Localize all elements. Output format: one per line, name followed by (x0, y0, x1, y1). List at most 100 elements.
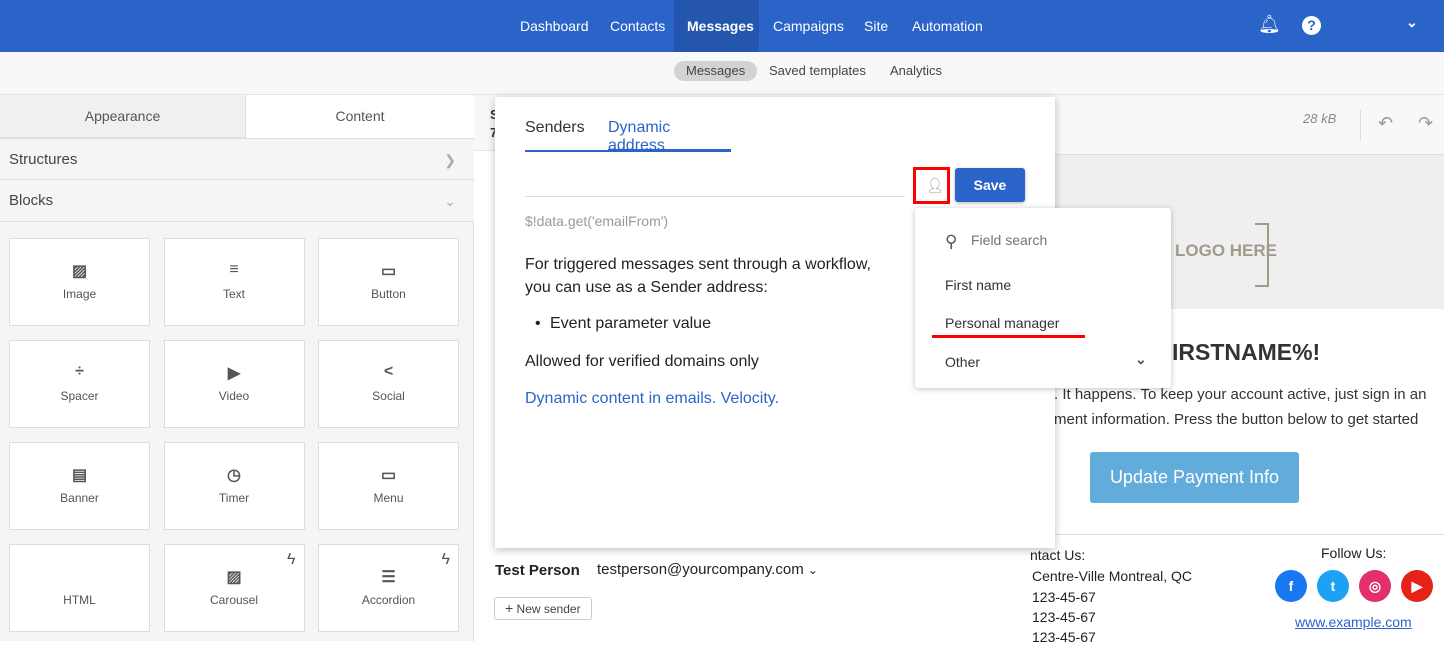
block-menu[interactable]: ▭ Menu (318, 442, 459, 530)
undo-icon[interactable]: ↶ (1378, 113, 1393, 134)
email-body: ment information. Press the button below… (1054, 411, 1419, 428)
tab-appearance[interactable]: Appearance (0, 95, 246, 138)
share-icon: < (383, 363, 394, 380)
field-search-input[interactable] (971, 232, 1151, 248)
phone: 123-45-67 (1032, 629, 1096, 645)
block-label: Carousel (209, 593, 259, 607)
search-icon: ⚲ (945, 232, 958, 251)
block-carousel[interactable]: ▨ Carousel ϟ (163, 544, 305, 632)
redo-icon[interactable]: ↷ (1418, 113, 1433, 134)
field-dropdown: ⚲ First name Personal manager Other ⌄ (915, 208, 1171, 388)
highlight-underline (932, 335, 1085, 338)
nav-automation[interactable]: Automation (899, 0, 996, 52)
bolt-icon: ϟ (441, 551, 450, 568)
nav-contacts[interactable]: Contacts (597, 0, 678, 52)
tab-senders[interactable]: Senders (525, 119, 608, 152)
blocks-label: Blocks (9, 192, 54, 209)
timer-icon: ◷ (227, 467, 241, 484)
chevron-right-icon: ❯ (444, 152, 456, 168)
sender-email: testperson@yourcompany.com (597, 561, 804, 578)
velocity-link[interactable]: Dynamic content in emails. Velocity. (525, 390, 779, 408)
facebook-icon[interactable]: f (1275, 570, 1307, 602)
block-label: Timer (218, 491, 250, 505)
email-greeting: IRSTNAME%! (1172, 339, 1321, 365)
block-label: Social (372, 389, 405, 403)
sub-nav: Messages Saved templates Analytics (0, 52, 1444, 95)
plus-icon: + (505, 600, 514, 616)
phone: 123-45-67 (1032, 609, 1096, 625)
email-size: 28 kB (1303, 111, 1337, 126)
block-spacer[interactable]: ÷ Spacer (9, 340, 150, 428)
sender-name: Test Person (495, 562, 580, 579)
chevron-down-icon[interactable]: ⌄ (1406, 14, 1418, 31)
new-sender-label: New sender (516, 602, 581, 616)
blocks-section[interactable]: Blocks ⌄ (0, 180, 474, 222)
follow-title: Follow Us: (1321, 545, 1387, 561)
structures-section[interactable]: Structures ❯ (0, 138, 474, 180)
email-body: . It happens. To keep your account activ… (1054, 386, 1427, 403)
block-label: Image (62, 287, 97, 301)
field-group-other[interactable]: Other (945, 354, 980, 370)
block-label: Video (218, 389, 250, 403)
structures-label: Structures (9, 151, 78, 168)
block-button[interactable]: ▭ Button (318, 238, 459, 326)
menu-icon: ▭ (380, 467, 397, 484)
tab-content[interactable]: Content (246, 95, 474, 138)
cta-button[interactable]: Update Payment Info (1090, 452, 1299, 503)
block-video[interactable]: ▶ Video (163, 340, 305, 428)
block-text[interactable]: ≡ Text (163, 238, 305, 326)
spacer-icon: ÷ (75, 363, 84, 380)
block-social[interactable]: < Social (318, 340, 459, 428)
bolt-icon: ϟ (287, 551, 296, 568)
image-icon: ▨ (71, 263, 88, 280)
nav-campaigns[interactable]: Campaigns (760, 0, 857, 52)
allowed-text: Allowed for verified domains only (525, 353, 759, 370)
address: Centre-Ville Montreal, QC (1032, 568, 1193, 584)
video-icon: ▶ (227, 365, 241, 382)
chevron-down-icon: ⌄ (807, 563, 818, 577)
description: For triggered messages sent through a wo… (525, 256, 871, 296)
chevron-down-icon: ⌄ (1135, 351, 1147, 367)
new-sender-button[interactable]: + New sender (494, 597, 592, 620)
phone: 123-45-67 (1032, 589, 1096, 605)
bell-icon[interactable]: 🔔︎ (1258, 14, 1281, 35)
nav-dashboard[interactable]: Dashboard (507, 0, 602, 52)
field-personal-manager[interactable]: Personal manager (945, 315, 1059, 331)
field-first-name[interactable]: First name (945, 277, 1011, 293)
block-label: Spacer (60, 389, 99, 403)
website-link[interactable]: www.example.com (1295, 614, 1412, 630)
banner-icon: ▤ (71, 467, 88, 484)
personalization-button[interactable]: 👤︎ (913, 167, 950, 204)
block-html[interactable]: HTML (9, 544, 150, 632)
youtube-icon[interactable]: ▶ (1401, 570, 1433, 602)
top-nav: Dashboard Contacts Messages Campaigns Si… (0, 0, 1444, 52)
button-icon: ▭ (380, 263, 397, 280)
subnav-saved-templates[interactable]: Saved templates (757, 61, 878, 81)
contact-title: ntact Us: (1030, 547, 1086, 563)
left-panel: Appearance Content Structures ❯ Blocks ⌄ ▨… (0, 95, 474, 641)
twitter-icon[interactable]: t (1317, 570, 1349, 602)
subnav-messages[interactable]: Messages (674, 61, 758, 81)
nav-messages[interactable]: Messages (674, 0, 759, 52)
hint-text: $!data.get('emailFrom') (525, 213, 669, 229)
save-button[interactable]: Save (955, 168, 1025, 202)
bullet-dot: • (535, 315, 541, 332)
person-icon: 👤︎ (926, 177, 944, 193)
block-accordion[interactable]: ☰ Accordion ϟ (318, 544, 459, 632)
accordion-icon: ☰ (381, 569, 396, 586)
block-label: HTML (63, 593, 96, 607)
chevron-down-icon: ⌄ (444, 193, 456, 209)
instagram-icon[interactable]: ◎ (1359, 570, 1391, 602)
subnav-analytics[interactable]: Analytics (878, 61, 954, 81)
block-timer[interactable]: ◷ Timer (163, 442, 305, 530)
block-image[interactable]: ▨ Image (9, 238, 150, 326)
block-banner[interactable]: ▤ Banner (9, 442, 150, 530)
sender-email-select[interactable]: testperson@yourcompany.com ⌄ (597, 561, 818, 578)
tab-dynamic-address[interactable]: Dynamic address (608, 119, 731, 154)
dynamic-address-input[interactable] (525, 167, 905, 197)
text-icon: ≡ (229, 261, 239, 278)
block-label: Accordion (361, 593, 416, 607)
block-label: Button (371, 287, 406, 301)
help-icon[interactable]: ? (1302, 16, 1321, 35)
nav-site[interactable]: Site (851, 0, 901, 52)
